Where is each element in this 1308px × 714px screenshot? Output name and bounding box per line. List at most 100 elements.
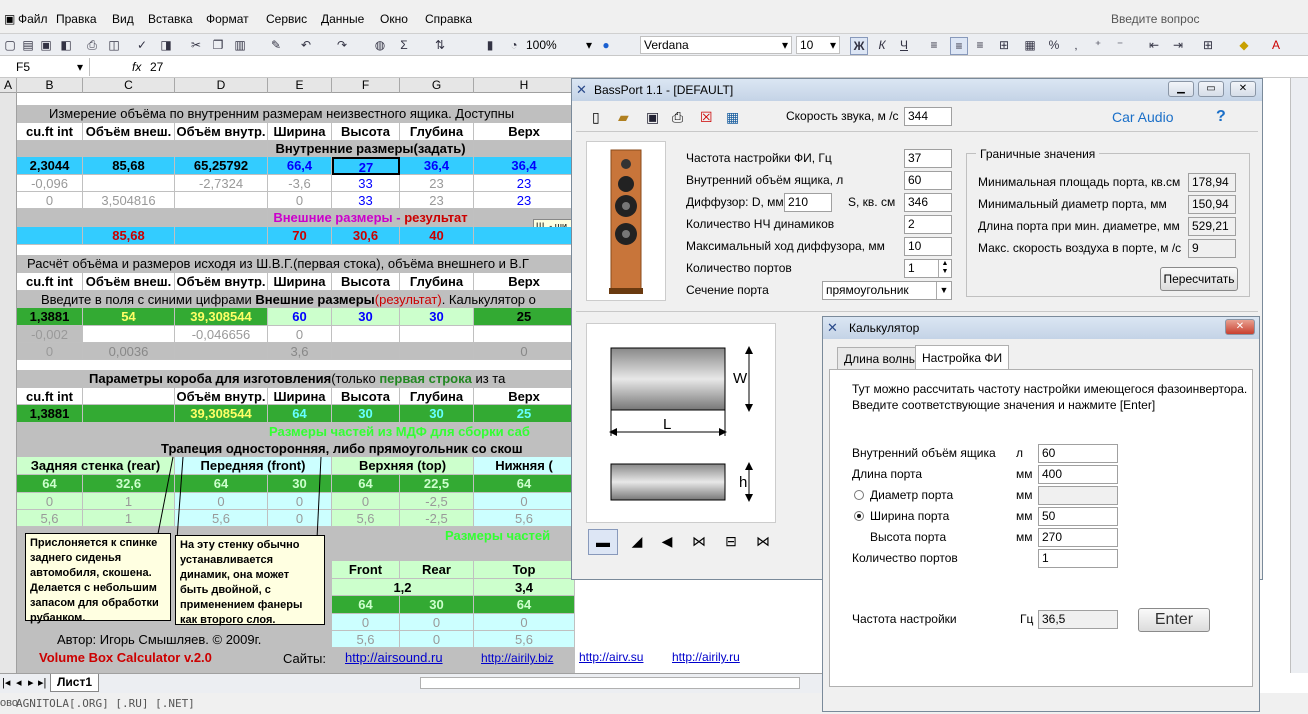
car-audio-link[interactable]: Car Audio: [1112, 109, 1173, 125]
cell-r14-cuft[interactable]: 1,3881: [17, 308, 83, 326]
header2-cuft-int[interactable]: cu.ft int: [17, 273, 83, 291]
cell-r15-depth[interactable]: [400, 326, 474, 343]
cell-r26-1[interactable]: 1: [83, 510, 175, 527]
header3-cuft-int[interactable]: cu.ft int: [17, 388, 83, 405]
cell-r5-top[interactable]: 36,4: [474, 157, 575, 175]
cell-r25-5[interactable]: -2,5: [400, 493, 474, 510]
cell-r7-volume-ext[interactable]: 3,504816: [83, 192, 175, 209]
format-painter-icon[interactable]: ✎: [268, 37, 284, 53]
font-size-select[interactable]: 10 ▾: [796, 36, 840, 54]
front-wall-header[interactable]: Передняя (front): [175, 457, 332, 475]
tab-nav-first-icon[interactable]: |◂: [2, 676, 10, 689]
help-icon[interactable]: ●: [598, 37, 614, 53]
cell-r16-volume-ext[interactable]: 0,0036: [83, 343, 175, 360]
link-airily-ru[interactable]: http://airily.ru: [672, 650, 740, 664]
shape-double-flare-icon[interactable]: ⋈: [684, 529, 714, 555]
vertical-scrollbar[interactable]: [1290, 78, 1308, 673]
open-icon[interactable]: ▤: [20, 37, 36, 53]
column-header-b[interactable]: B: [17, 78, 83, 93]
menu-format[interactable]: Формат: [206, 12, 249, 26]
cell-r7-width[interactable]: 0: [268, 192, 332, 209]
header2-top[interactable]: Верх: [474, 273, 575, 291]
cell-r7-top[interactable]: 23: [474, 192, 575, 209]
cell-r20-volume-ext[interactable]: [83, 405, 175, 423]
link-airily-biz[interactable]: http://airily.biz: [481, 650, 575, 667]
header3-height[interactable]: Высота: [332, 388, 400, 405]
calc-port-width-input[interactable]: 50: [1038, 507, 1118, 526]
header-volume-ext[interactable]: Объём внеш.: [83, 123, 175, 141]
cell-r20-top[interactable]: 25: [474, 405, 575, 423]
lower-header-rear[interactable]: Rear: [400, 561, 474, 579]
radio-width-selected[interactable]: [854, 511, 864, 521]
rear-wall-header[interactable]: Задняя стенка (rear): [17, 457, 175, 475]
header3-width[interactable]: Ширина: [268, 388, 332, 405]
cell-r14-depth[interactable]: 30: [400, 308, 474, 326]
research-icon[interactable]: ◨: [158, 37, 174, 53]
increase-decimal-icon[interactable]: ⁺: [1090, 37, 1106, 53]
cell-r9-width[interactable]: 70: [268, 227, 332, 245]
cell-r24-6[interactable]: 64: [474, 475, 575, 493]
cell-r15-volume-int[interactable]: -0,046656: [175, 326, 268, 343]
cell-r15-cuft[interactable]: -0,002: [17, 326, 83, 343]
lower-r32-1[interactable]: 0: [400, 614, 474, 631]
cell-r24-2[interactable]: 64: [175, 475, 268, 493]
lower-r33-0[interactable]: 5,6: [332, 631, 400, 648]
tab-wavelength[interactable]: Длина волны: [837, 347, 925, 369]
cell-r15-volume-ext[interactable]: [83, 326, 175, 343]
cone-diameter-input[interactable]: 210: [784, 193, 832, 212]
percent-icon[interactable]: %: [1046, 37, 1062, 53]
shape-rect-port-icon[interactable]: ▬: [588, 529, 618, 555]
lower-group-34[interactable]: 3,4: [474, 579, 575, 596]
print-icon[interactable]: ⎙: [84, 37, 100, 53]
borders-icon[interactable]: ⊞: [1200, 37, 1216, 53]
cell-r24-0[interactable]: 64: [17, 475, 83, 493]
menu-insert[interactable]: Вставка: [148, 12, 193, 26]
box-volume-input[interactable]: 60: [904, 171, 952, 190]
cell-r7-cuft[interactable]: 0: [17, 192, 83, 209]
lower-header-front[interactable]: Front: [332, 561, 400, 579]
header3-volume-ext[interactable]: [83, 388, 175, 405]
radio-diameter[interactable]: [854, 490, 864, 500]
cell-r9-depth[interactable]: 40: [400, 227, 474, 245]
cell-r7-volume-int[interactable]: [175, 192, 268, 209]
cell-r26-3[interactable]: 0: [268, 510, 332, 527]
menu-file[interactable]: Файл: [18, 12, 48, 26]
autosum-icon[interactable]: Σ: [396, 37, 412, 53]
cell-r24-3[interactable]: 30: [268, 475, 332, 493]
bassport-titlebar[interactable]: ✕ BassPort 1.1 - [DEFAULT] ▁ ▭ ✕: [572, 79, 1262, 101]
header-height[interactable]: Высота: [332, 123, 400, 141]
cell-r26-0[interactable]: 5,6: [17, 510, 83, 527]
cell-r6-volume-int[interactable]: -2,7324: [175, 175, 268, 192]
cell-r25-3[interactable]: 0: [268, 493, 332, 510]
sheet-tab-list1[interactable]: Лист1: [50, 674, 100, 692]
cell-r6-cuft[interactable]: -0,096: [17, 175, 83, 192]
fill-color-icon[interactable]: ◆: [1236, 37, 1252, 53]
bottom-wall-header[interactable]: Нижняя (: [474, 457, 575, 475]
lower-r33-1[interactable]: 0: [400, 631, 474, 648]
cell-r25-2[interactable]: 0: [175, 493, 268, 510]
decrease-decimal-icon[interactable]: ⁻: [1112, 37, 1128, 53]
cell-r20-volume-int[interactable]: 39,308544: [175, 405, 268, 423]
fx-icon[interactable]: fx: [132, 58, 141, 76]
cell-r14-width[interactable]: 60: [268, 308, 332, 326]
spinner-arrows-icon[interactable]: ▲ ▼: [938, 260, 951, 277]
cell-r20-depth[interactable]: 30: [400, 405, 474, 423]
header-width[interactable]: Ширина: [268, 123, 332, 141]
lower-group-12[interactable]: 1,2: [332, 579, 474, 596]
currency-icon[interactable]: ▦: [1022, 37, 1038, 53]
open-file-icon[interactable]: ▰: [618, 109, 629, 126]
new-icon[interactable]: ▢: [2, 37, 18, 53]
column-header-d[interactable]: D: [175, 78, 268, 93]
cell-r16-width[interactable]: 3,6: [268, 343, 332, 360]
app-icon[interactable]: ▣: [4, 12, 15, 26]
column-header-h[interactable]: H: [474, 78, 575, 93]
column-header-g[interactable]: G: [400, 78, 474, 93]
thousands-icon[interactable]: ‚: [1068, 37, 1084, 53]
header2-width[interactable]: Ширина: [268, 273, 332, 291]
bassport-maximize-button[interactable]: ▭: [1198, 81, 1224, 97]
increase-indent-icon[interactable]: ⇥: [1170, 37, 1186, 53]
help-link[interactable]: ?: [1216, 108, 1226, 126]
column-header-a[interactable]: A: [0, 78, 17, 93]
cell-r14-volume-int[interactable]: 39,308544: [175, 308, 268, 326]
save-icon[interactable]: ▣: [38, 37, 54, 53]
